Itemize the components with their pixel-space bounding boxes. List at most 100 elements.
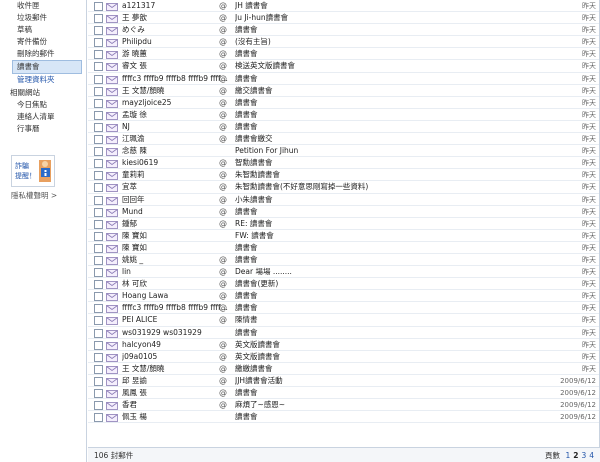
related-site-item[interactable]: 今日焦點 <box>0 99 86 111</box>
subject: 小朱讀書會 <box>235 194 273 204</box>
row-checkbox[interactable] <box>94 243 103 253</box>
row-checkbox[interactable] <box>94 50 103 60</box>
message-row[interactable]: 睿文 張 @ 検送英文版讀書會 昨天 <box>88 60 600 73</box>
row-checkbox[interactable] <box>94 219 103 229</box>
row-checkbox[interactable] <box>94 280 103 290</box>
row-checkbox[interactable] <box>94 231 103 241</box>
envelope-icon <box>106 196 118 205</box>
fraud-alert-promo[interactable]: 詐騙 提醒！ <box>11 155 55 187</box>
row-checkbox[interactable] <box>94 171 103 181</box>
related-site-item[interactable]: 行事曆 <box>0 123 86 135</box>
message-row[interactable]: a121317 @ JH 讀書會 昨天 <box>88 0 600 13</box>
message-row[interactable]: 風鳳 張 @ 讀書會 2009/6/12 <box>88 387 600 400</box>
folder-item[interactable]: 垃圾郵件 <box>0 12 86 24</box>
date: 2009/6/12 <box>560 376 596 385</box>
page-link[interactable]: 2 <box>573 451 578 460</box>
message-row[interactable]: Mund @ 讀書會 昨天 <box>88 206 600 218</box>
related-site-item[interactable]: 連絡人清單 <box>0 111 86 123</box>
message-row[interactable]: 王 夢歆 @ Ju Ji-hun讀書會 昨天 <box>88 12 600 25</box>
row-checkbox[interactable] <box>94 401 103 411</box>
message-row[interactable]: ffffc3 ffffb9 ffffb8 ffffb9 ffff... @ 讀書會昨… <box>88 302 600 315</box>
message-row[interactable]: 宜萃 @ 朱智勳讀書會(不好意思剛寫掉一些資料) 昨天 <box>88 181 600 194</box>
row-checkbox[interactable] <box>94 110 103 120</box>
subject: 麻煩了~感恩~ <box>235 400 286 410</box>
message-row[interactable]: 王 文慧/顏曉 @ 繳繳讀書會 昨天 <box>88 363 600 375</box>
row-checkbox[interactable] <box>94 38 103 48</box>
page-link[interactable]: 4 <box>589 451 594 460</box>
row-checkbox[interactable] <box>94 14 103 24</box>
page-link[interactable]: 3 <box>581 451 586 460</box>
message-row[interactable]: 鍾郁 @ RE: 讀書會 昨天 <box>88 218 600 230</box>
folder-item[interactable]: 草稿 <box>0 24 86 36</box>
row-checkbox[interactable] <box>94 159 103 169</box>
message-row[interactable]: 江珮渝 @ 讀書會繳交 昨天 <box>88 133 600 146</box>
message-row[interactable]: 回回年 @ 小朱讀書會 昨天 <box>88 194 600 206</box>
message-row[interactable]: 邱 昱諭 @ JJH讀書會活動 2009/6/12 <box>88 375 600 387</box>
message-row[interactable]: 香君 @ 麻煩了~感恩~ 2009/6/12 <box>88 399 600 412</box>
row-checkbox[interactable] <box>94 316 103 326</box>
message-row[interactable]: PEI ALICE @ 陳情書 昨天 <box>88 314 600 327</box>
row-checkbox[interactable] <box>94 304 103 314</box>
privacy-link[interactable]: 隱私權聲明 > <box>11 190 57 201</box>
date: 昨天 <box>582 122 596 131</box>
message-row[interactable]: 佩玉 楊讀書會 2009/6/12 <box>88 411 600 424</box>
row-checkbox[interactable] <box>94 147 103 157</box>
message-row[interactable]: 王 文慧/顏曉 @ 繳交讀書會 昨天 <box>88 85 600 97</box>
row-checkbox[interactable] <box>94 268 103 278</box>
subject: 讀書會 <box>235 388 258 397</box>
row-checkbox[interactable] <box>94 352 103 362</box>
row-checkbox[interactable] <box>94 413 103 423</box>
message-row[interactable]: ffffc3 ffffb9 ffffb8 ffffb9 ffff... @ 讀書會昨… <box>88 73 600 85</box>
subject: 讀書會 <box>235 206 258 216</box>
row-checkbox[interactable] <box>94 207 103 217</box>
folder-item[interactable]: 刪除的郵件 <box>0 48 86 60</box>
row-checkbox[interactable] <box>94 135 103 145</box>
message-row[interactable]: めぐみ @ 讀書會 昨天 <box>88 24 600 37</box>
row-checkbox[interactable] <box>94 364 103 374</box>
row-checkbox[interactable] <box>94 62 103 72</box>
subject: 讀書會繳交 <box>235 134 273 144</box>
manage-folders-link[interactable]: 管理資料夾 <box>0 74 86 86</box>
message-row[interactable]: j09a0105 @ 英文版讀書會 昨天 <box>88 351 600 363</box>
page-link[interactable]: 1 <box>565 451 570 460</box>
row-checkbox[interactable] <box>94 183 103 193</box>
message-row[interactable]: 陳 寶如 讀書會 昨天 <box>88 242 600 254</box>
message-row[interactable]: 孟璇 徐 @ 讀書會 昨天 <box>88 109 600 121</box>
promo-line2: 提醒！ <box>15 172 36 180</box>
message-row[interactable]: NJ @ 讀書會 昨天 <box>88 121 600 134</box>
message-row[interactable]: mayzljoice25 @ 讀書會 昨天 <box>88 97 600 109</box>
row-checkbox[interactable] <box>94 195 103 205</box>
message-row[interactable]: 念慈 陳 Petition For Jihun 昨天 <box>88 145 600 158</box>
row-checkbox[interactable] <box>94 98 103 108</box>
message-row[interactable]: 游 曉蕙 @ 讀書會 昨天 <box>88 48 600 61</box>
envelope-icon <box>106 136 118 144</box>
envelope-icon <box>106 257 118 265</box>
row-checkbox[interactable] <box>94 292 103 302</box>
row-checkbox[interactable] <box>94 389 103 398</box>
row-checkbox[interactable] <box>94 122 103 132</box>
row-checkbox[interactable] <box>94 74 103 84</box>
message-row[interactable]: kiesi0619 @ 智勳讀書會 昨天 <box>88 157 600 170</box>
message-row[interactable]: Hoang Lawa @ 讀書會 昨天 <box>88 290 600 303</box>
pager: 頁數 1234 <box>545 450 594 461</box>
folder-item[interactable]: 收件匣 <box>0 0 86 12</box>
folder-item[interactable]: 寄件備份 <box>0 36 86 48</box>
row-checkbox[interactable] <box>94 328 103 338</box>
row-checkbox[interactable] <box>94 2 103 11</box>
message-row[interactable]: 林 可欣 @ 讀書會(更新) 昨天 <box>88 278 600 291</box>
folder-selected[interactable]: 讀書會 <box>12 60 82 74</box>
row-checkbox[interactable] <box>94 255 103 265</box>
message-row[interactable]: halcyon49 @ 英文版讀書會 昨天 <box>88 339 600 351</box>
row-checkbox[interactable] <box>94 376 103 386</box>
message-row[interactable]: 童莉莉 @ 朱智勳讀書會 昨天 <box>88 169 600 182</box>
row-checkbox[interactable] <box>94 340 103 350</box>
row-checkbox[interactable] <box>94 26 103 36</box>
message-row[interactable]: Philipdu @ (沒有主旨) 昨天 <box>88 36 600 49</box>
row-checkbox[interactable] <box>94 86 103 96</box>
message-row[interactable]: 姚姚 _ @ 讀書會 昨天 <box>88 254 600 267</box>
message-row[interactable]: ws031929 ws031929 讀書會 昨天 <box>88 327 600 339</box>
message-row[interactable]: lin @ Dear 場場 ........ 昨天 <box>88 266 600 279</box>
message-row[interactable]: 陳 寶如 FW: 讀書會 昨天 <box>88 230 600 242</box>
envelope-icon <box>106 305 118 314</box>
envelope-icon <box>106 63 118 72</box>
